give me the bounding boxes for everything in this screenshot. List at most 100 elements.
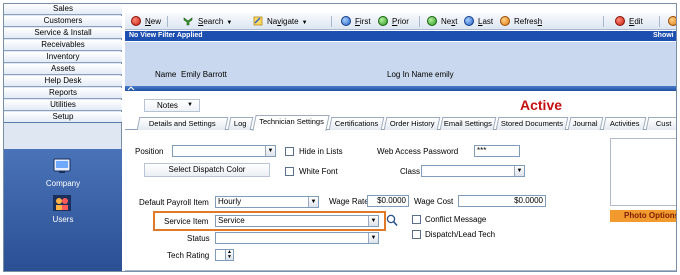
tab-customers[interactable]: Cust [645,117,676,130]
conflict-message-label: Conflict Message [425,215,487,224]
nav-big-users[interactable]: Users [4,193,122,231]
navigate-dropdown-icon: ▼ [301,20,308,26]
tab-bar: Details and Settings Log Technician Sett… [125,114,676,131]
wage-cost-label: Wage Cost [414,197,454,206]
nav-item-receivables[interactable]: Receivables [4,40,122,51]
service-item-select[interactable]: Service ▼ [215,215,379,227]
nav-item-sales[interactable]: Sales [4,4,122,15]
search-dropdown-icon: ▼ [226,20,233,26]
search-icon [183,17,193,26]
select-dispatch-color-button[interactable]: Select Dispatch Color [144,163,270,177]
toolbar-separator [603,16,604,27]
nav-item-service-install[interactable]: Service & Install [4,28,122,39]
nav-item-customers[interactable]: Customers [4,16,122,27]
hide-in-lists-checkbox[interactable] [285,147,294,156]
filter-bar: No View Filter Applied Showi [125,31,676,41]
payroll-dropdown-icon: ▼ [308,197,318,207]
default-payroll-item-select[interactable]: Hourly ▼ [215,196,319,208]
nav-item-help-desk[interactable]: Help Desk [4,76,122,87]
info-panel-divider [125,86,676,91]
service-item-label: Service Item [164,217,209,226]
nav-big-company[interactable]: Company [4,154,122,192]
hide-in-lists-label: Hide in Lists [299,147,343,156]
web-access-password-field[interactable]: *** [474,145,520,157]
search-button[interactable]: Search ▼ [183,15,232,28]
wage-cost-field[interactable]: $0.0000 [458,195,546,207]
login-name-value: emily [435,70,454,79]
records-showing-text: Showi [653,32,674,39]
photo-frame [610,138,676,206]
toolbar-separator [419,16,420,27]
wage-rate-field[interactable]: $0.0000 [367,195,409,207]
new-button[interactable]: New [131,15,161,28]
magnifier-icon[interactable] [386,214,398,227]
position-dropdown-icon: ▼ [265,146,275,156]
setup-panel: Company Users [4,149,122,271]
conflict-message-checkbox[interactable] [412,215,421,224]
tab-technician-settings[interactable]: Technician Settings [252,115,330,131]
collapse-icon[interactable] [127,86,135,91]
tech-rating-stepper[interactable]: ▲ ▼ [225,249,234,261]
record-info-panel: Name Emily Barrott Log In Name emily [125,42,676,86]
edit-icon [615,16,625,26]
position-label: Position [135,147,164,156]
first-button[interactable]: First [341,15,371,28]
default-payroll-item-label: Default Payroll Item [139,198,209,207]
status-select[interactable]: ▼ [215,232,379,244]
users-label: Users [52,215,74,224]
prior-button[interactable]: Prior [378,15,409,28]
refresh-button[interactable]: Refresh [500,15,542,28]
photo-options-button[interactable]: Photo Options [610,210,676,222]
stepper-down-icon[interactable]: ▼ [226,255,233,260]
wage-rate-label: Wage Rate [329,197,369,206]
nav-item-utilities[interactable]: Utilities [4,100,122,111]
navigate-button[interactable]: Navigate ▼ [253,15,308,28]
toolbar: New Search ▼ Navigate ▼ First Prior Next L… [125,13,676,30]
white-font-label: White Font [299,167,338,176]
tab-order-history[interactable]: Order History [383,117,441,130]
tab-email-settings[interactable]: Email Settings [439,117,497,130]
next-button[interactable]: Next [427,15,457,28]
refresh-icon [500,16,510,26]
name-label: Name [155,70,177,79]
class-label: Class [400,167,421,176]
tab-log[interactable]: Log [227,117,254,130]
tab-certifications[interactable]: Certifications [328,117,385,130]
toolbar-separator [659,16,660,27]
nav-item-reports[interactable]: Reports [4,88,122,99]
service-item-dropdown-icon: ▼ [368,216,378,226]
new-icon [131,16,141,26]
class-dropdown-icon: ▼ [514,166,524,176]
notes-dropdown-button[interactable]: Notes ▼ [144,99,200,112]
dispatch-lead-tech-label: Dispatch/Lead Tech [425,230,496,239]
nav-item-assets[interactable]: Assets [4,64,122,75]
company-icon [53,158,71,173]
login-name-label: Log In Name [387,70,433,79]
web-access-password-label: Web Access Password [377,147,459,156]
nav-item-inventory[interactable]: Inventory [4,52,122,63]
white-font-checkbox[interactable] [285,167,294,176]
dispatch-lead-tech-checkbox[interactable] [412,230,421,239]
last-icon [464,16,474,26]
tech-rating-label: Tech Rating [167,251,210,260]
company-label: Company [45,179,81,188]
nav-item-setup[interactable]: Setup [4,112,122,123]
tab-details-and-settings[interactable]: Details and Settings [136,117,229,130]
form-bottom-border [125,270,676,271]
position-select[interactable]: ▼ [172,145,276,157]
users-icon [53,195,71,211]
edit-button[interactable]: Edit [615,15,643,28]
next-icon [427,16,437,26]
tab-stored-documents[interactable]: Stored Documents [495,117,569,130]
status-indicator: Active [520,97,563,113]
overflow-button[interactable] [668,15,676,28]
tab-journal[interactable]: Journal [567,117,604,130]
status-label: Status [187,234,210,243]
filter-status-text: No View Filter Applied [129,32,203,39]
overflow-icon [668,16,676,26]
last-button[interactable]: Last [464,15,493,28]
class-select[interactable]: ▼ [421,165,525,177]
tab-activities[interactable]: Activities [602,117,647,130]
first-icon [341,16,351,26]
notes-dropdown-icon: ▼ [187,102,193,108]
